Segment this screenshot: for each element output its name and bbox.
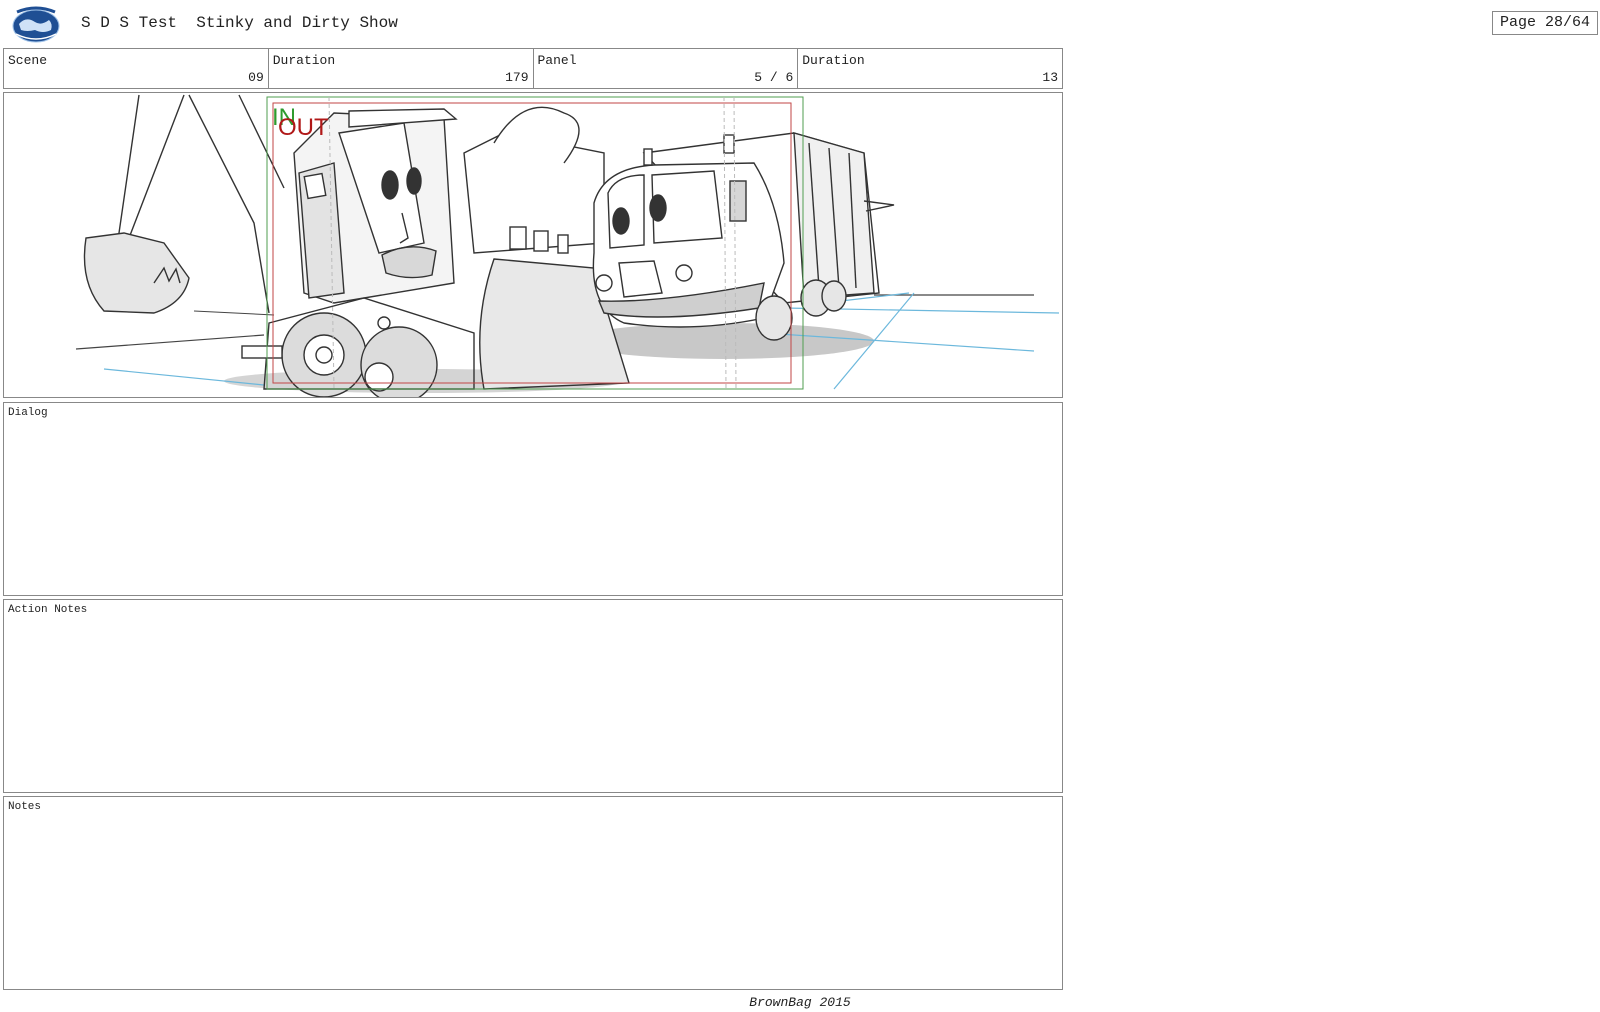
scene-info-row: Scene 09 Duration 179 Panel 5 / 6 Durati… — [3, 48, 1063, 89]
backhoe-arm — [83, 94, 285, 314]
dialog-label: Dialog — [8, 407, 48, 419]
ground-line — [75, 334, 265, 350]
ground-line-2 — [193, 310, 275, 316]
panel-duration-label: Duration — [802, 53, 865, 68]
scene-duration-cell: Duration 179 — [269, 49, 534, 88]
panel-duration-value: 13 — [1042, 70, 1058, 85]
panel-label: Panel — [537, 53, 577, 68]
action-notes-section[interactable]: Action Notes — [3, 599, 1063, 793]
panel-cell: Panel 5 / 6 — [534, 49, 799, 88]
studio-logo-icon — [11, 4, 61, 44]
document-title: S D S Test Stinky and Dirty Show — [81, 14, 398, 32]
dialog-section[interactable]: Dialog — [3, 402, 1063, 596]
scene-duration-label: Duration — [272, 53, 336, 68]
notes-section[interactable]: Notes — [3, 796, 1063, 990]
panel-value: 5 / 6 — [754, 70, 794, 85]
dozer-character — [241, 108, 475, 397]
notes-label: Notes — [8, 801, 42, 813]
panel-duration-cell: Duration 13 — [798, 49, 1062, 88]
footer-text: BrownBag 2015 — [749, 995, 851, 1010]
scene-value: 09 — [248, 70, 264, 85]
scene-duration-value: 179 — [505, 70, 529, 85]
action-notes-label: Action Notes — [8, 604, 88, 616]
page-indicator: Page 28/64 — [1492, 11, 1598, 35]
scene-cell: Scene 09 — [4, 49, 269, 88]
page-header: S D S Test Stinky and Dirty Show Page 28… — [0, 0, 1600, 46]
storyboard-frame: IN OUT — [3, 92, 1063, 398]
storyboard-sketch: IN OUT — [75, 94, 1060, 397]
scene-label: Scene — [8, 53, 48, 68]
camera-out-label: OUT — [278, 114, 329, 141]
